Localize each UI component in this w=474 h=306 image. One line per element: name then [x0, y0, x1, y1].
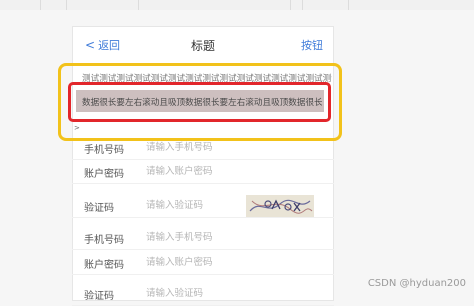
- page-title: 标题: [190, 39, 215, 53]
- nav-bar: < 返回 标题 按钮: [73, 27, 333, 64]
- field-label: 手机号码: [84, 235, 124, 246]
- field-label: 手机号码: [84, 145, 124, 156]
- field-label: 账户密码: [84, 260, 124, 271]
- divider: [40, 0, 41, 10]
- phone-input[interactable]: [146, 139, 256, 155]
- form-row-password: 账户密码: [72, 160, 334, 184]
- caret-icon: >: [74, 124, 80, 132]
- divider: [290, 0, 291, 10]
- form-row-phone: 手机号码: [72, 136, 334, 160]
- top-band: [0, 0, 474, 10]
- captcha-input[interactable]: [146, 197, 256, 213]
- captcha-input[interactable]: [146, 285, 256, 301]
- field-label: 验证码: [84, 203, 114, 214]
- divider: [302, 0, 303, 10]
- phone-input[interactable]: [146, 229, 256, 245]
- password-input[interactable]: [146, 254, 256, 270]
- divider: [348, 0, 349, 10]
- field-label: 账户密码: [84, 169, 124, 180]
- captcha-image[interactable]: [246, 195, 314, 217]
- watermark: CSDN @hyduan200: [367, 278, 466, 289]
- action-button[interactable]: 按钮: [301, 37, 323, 53]
- divider: [66, 0, 67, 10]
- form-row-captcha: 验证码: [72, 282, 334, 306]
- form-row-phone: 手机号码: [72, 226, 334, 250]
- divider: [138, 0, 139, 10]
- form-row-password: 账户密码: [72, 251, 334, 275]
- password-input[interactable]: [146, 163, 256, 179]
- yellow-highlight-box: [58, 63, 342, 141]
